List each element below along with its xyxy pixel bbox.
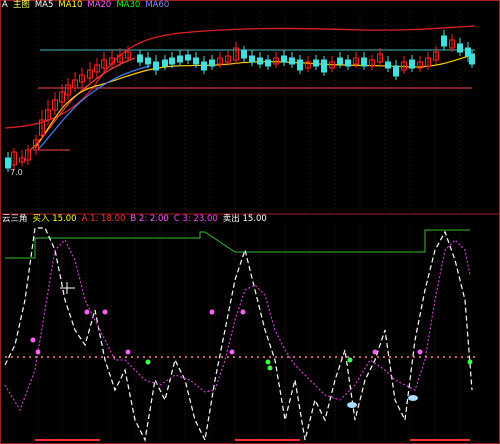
- signal-dot: [417, 349, 423, 355]
- signal-dot: [35, 349, 41, 355]
- price-header-item: MA30: [116, 0, 141, 10]
- price-header-item: 主图: [12, 0, 30, 10]
- candle-body: [177, 55, 183, 63]
- candle-body: [209, 59, 215, 67]
- candle-body: [201, 61, 207, 71]
- candle-body: [153, 61, 159, 71]
- signal-dot: [467, 359, 473, 365]
- candle-body: [169, 57, 175, 65]
- candle-body: [457, 43, 463, 53]
- indicator-header-item: A 1: 18.00: [81, 214, 126, 224]
- price-label: 7.0: [10, 168, 23, 177]
- cloud-marker: [408, 395, 418, 401]
- signal-dot: [145, 359, 151, 365]
- price-grid: [37, 12, 461, 212]
- candle-body: [441, 35, 447, 47]
- signal-dot: [265, 359, 271, 365]
- indicator-header-item: 卖出 15.00: [222, 214, 267, 224]
- signal-dot: [30, 337, 36, 343]
- candle-body: [162, 59, 168, 67]
- signal-dot: [267, 365, 273, 371]
- indicator-header-item: 买入 15.00: [32, 214, 77, 224]
- candle-body: [385, 61, 391, 69]
- signal-dot: [102, 309, 108, 315]
- candle-body: [321, 59, 327, 73]
- candle-body: [409, 59, 415, 69]
- signal-dot: [229, 349, 235, 355]
- candle-body: [297, 59, 303, 71]
- candle-body: [337, 57, 343, 65]
- indicator-header-item: 云三角: [2, 214, 28, 224]
- signal-dot: [209, 309, 215, 315]
- candle-body: [257, 57, 263, 65]
- signal-dot: [240, 309, 246, 315]
- price-header-item: A: [2, 0, 8, 10]
- price-panel-header: A 主图 MA5 MA10 MA20 MA30 MA60: [2, 0, 174, 11]
- signal-markers: [30, 282, 473, 408]
- price-header-item: MA60: [145, 0, 170, 10]
- signal-dot: [125, 349, 131, 355]
- signal-dot: [372, 349, 378, 355]
- candle-body: [241, 49, 247, 59]
- indicator-panel-header: 云三角 买入 15.00 A 1: 18.00 B 2: 2.00 C 3: 23.00…: [2, 214, 272, 225]
- candle-body: [145, 57, 151, 65]
- indicator-header-item: B 2: 2.00: [130, 214, 169, 224]
- candle-body: [361, 57, 367, 67]
- candle-body: [469, 53, 475, 65]
- candle-body: [289, 57, 295, 65]
- green-step-line: [5, 229, 470, 259]
- candlestick-series: [5, 30, 475, 172]
- candle-body: [393, 65, 399, 77]
- candle-body: [249, 55, 255, 63]
- signal-dot: [347, 357, 353, 363]
- price-header-item: MA10: [58, 0, 83, 10]
- candle-body: [313, 59, 319, 67]
- candle-body: [5, 157, 11, 169]
- candle-body: [281, 55, 287, 63]
- signal-dot: [84, 309, 90, 315]
- price-header-item: MA5: [34, 0, 54, 10]
- price-header-item: MA20: [87, 0, 112, 10]
- candle-body: [137, 54, 143, 63]
- candle-body: [193, 57, 199, 65]
- candle-body: [265, 59, 271, 67]
- cloud-marker: [347, 402, 357, 408]
- indicator-grid: [37, 226, 461, 442]
- candle-body: [185, 54, 191, 61]
- indicator-header-item: C 3: 23.00: [173, 214, 218, 224]
- magenta-dotted-curve: [4, 238, 471, 412]
- candle-body: [345, 59, 351, 67]
